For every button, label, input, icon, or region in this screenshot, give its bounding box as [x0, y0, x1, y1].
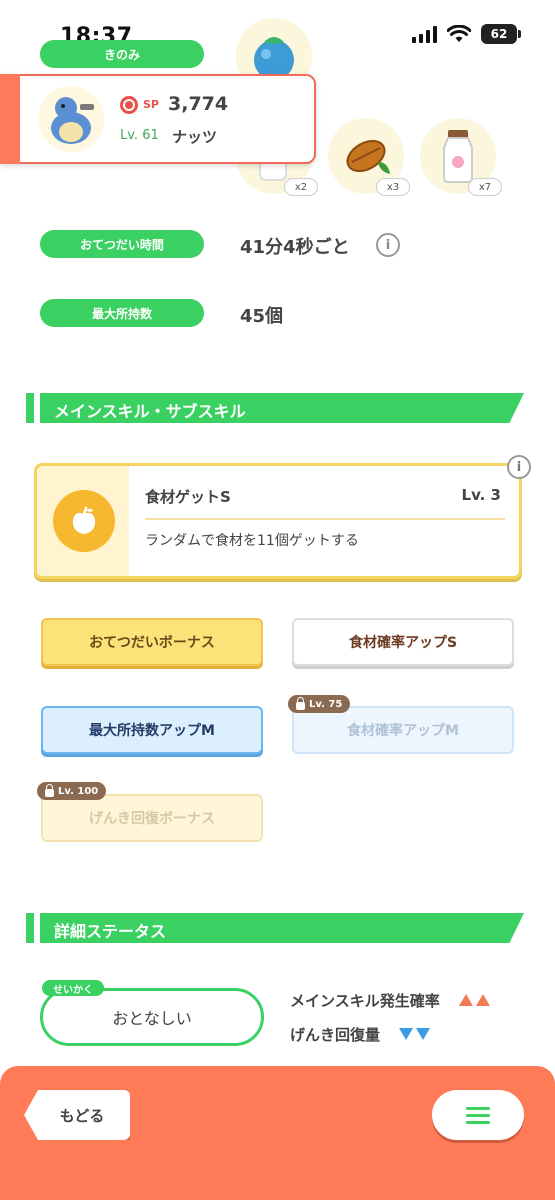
pokemon-icon: [51, 97, 94, 144]
main-skill-description: ランダムで食材を11個ゲットする: [145, 533, 359, 549]
details-section-header: 詳細ステータス: [26, 913, 526, 943]
pokemon-avatar: [38, 86, 104, 152]
main-skill-level: Lv. 3: [461, 486, 501, 504]
down-arrows-icon: [399, 1026, 433, 1044]
skill-icon-pane: [37, 466, 129, 576]
pokemon-name: ナッツ: [172, 128, 218, 146]
nature-up-stat: メインスキル発生確率: [290, 990, 493, 1011]
pokemon-level: Lv. 61: [120, 128, 159, 143]
sp-value: 3,774: [168, 93, 229, 115]
main-skill-info-icon[interactable]: i: [507, 455, 531, 479]
help-time-label: おてつだい時間: [40, 230, 204, 258]
sub-skill-4-locked[interactable]: 食材確率アップM: [292, 706, 514, 754]
help-time-info-icon[interactable]: i: [376, 233, 400, 257]
nature-down-label: げんき回復量: [290, 1026, 381, 1044]
berry-label: きのみ: [40, 40, 204, 68]
ingredient-qty-1: x2: [284, 178, 318, 196]
skill-divider: [145, 518, 505, 520]
nature-box[interactable]: おとなしい: [40, 988, 264, 1046]
status-icons: 62: [412, 24, 521, 44]
wifi-icon: [447, 25, 471, 42]
sub-skill-1[interactable]: おてつだいボーナス: [41, 618, 263, 666]
nature-down-stat: げんき回復量: [290, 1024, 433, 1045]
lock-icon: [296, 696, 305, 710]
lock-tag-label: Lv. 100: [58, 785, 99, 797]
help-time-value: 41分4秒ごと: [240, 237, 350, 258]
main-skill-name: 食材ゲットS: [145, 488, 231, 506]
max-carry-value: 45個: [240, 306, 284, 327]
nature-tag: せいかく: [42, 980, 104, 996]
lock-tag-lv100: Lv. 100: [37, 782, 107, 800]
lock-tag-label: Lv. 75: [309, 698, 343, 710]
sub-skill-5-locked[interactable]: げんき回復ボーナス: [41, 794, 263, 842]
ingredient-qty-2: x3: [376, 178, 410, 196]
card-accent: [0, 74, 20, 164]
sub-skill-3[interactable]: 最大所持数アップM: [41, 706, 263, 754]
details-section-title: 詳細ステータス: [54, 922, 167, 941]
cellular-signal-icon: [412, 25, 437, 43]
back-button[interactable]: もどる: [24, 1090, 130, 1140]
nature-up-label: メインスキル発生確率: [290, 992, 440, 1010]
skills-section-header: メインスキル・サブスキル: [26, 393, 526, 423]
max-carry-label: 最大所持数: [40, 299, 204, 327]
apple-skill-icon: [53, 490, 115, 552]
lock-tag-lv75: Lv. 75: [288, 695, 351, 713]
sp-ball-icon: [120, 96, 138, 114]
lock-icon: [45, 783, 54, 797]
skills-section-title: メインスキル・サブスキル: [54, 402, 246, 421]
menu-button[interactable]: [432, 1090, 524, 1140]
up-arrows-icon: [458, 992, 493, 1010]
hamburger-icon: [466, 1103, 490, 1128]
battery-icon: 62: [481, 24, 521, 44]
pokemon-card[interactable]: SP 3,774 Lv. 61 ナッツ: [0, 74, 316, 164]
main-skill-card[interactable]: 食材ゲットS Lv. 3 ランダムで食材を11個ゲットする: [34, 463, 522, 579]
sp-label: SP: [143, 98, 159, 111]
sub-skill-2[interactable]: 食材確率アップS: [292, 618, 514, 666]
ingredient-qty-3: x7: [468, 178, 502, 196]
